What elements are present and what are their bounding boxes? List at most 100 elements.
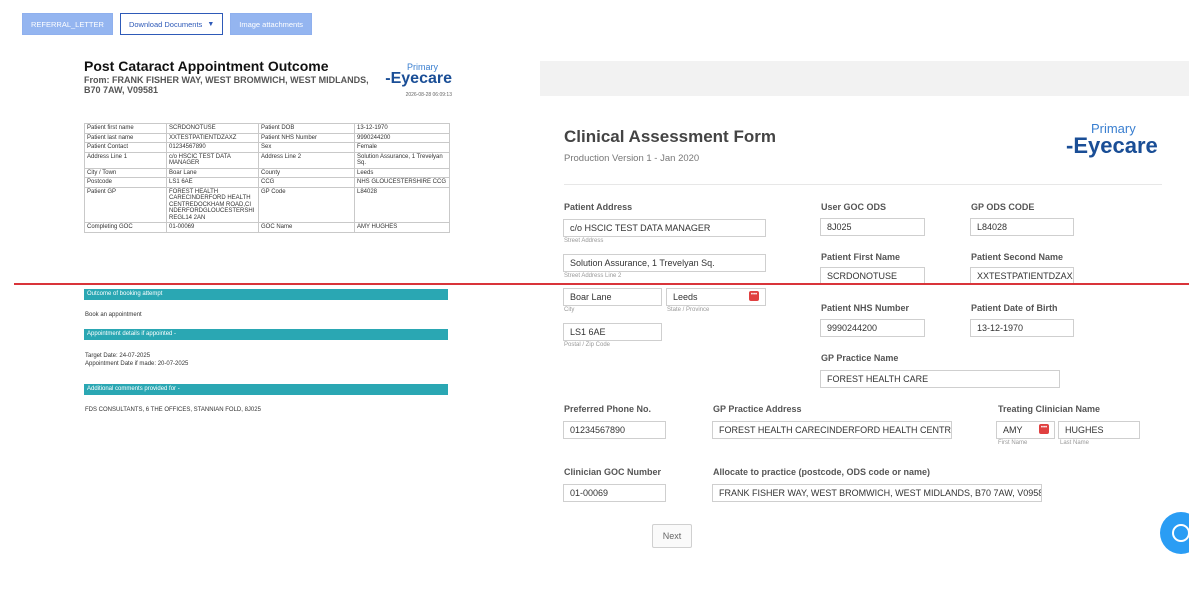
pdf-header: Post Cataract Appointment Outcome From: … (84, 58, 452, 98)
table-cell: 9990244200 (354, 132, 450, 143)
gp-practice-name-input[interactable]: FOREST HEALTH CARE (820, 370, 1060, 388)
clinician-goc-input[interactable]: 01-00069 (563, 484, 666, 502)
street-address-hint: Street Address (564, 238, 604, 244)
allocate-input[interactable]: FRANK FISHER WAY, WEST BROMWICH, WEST MI… (712, 484, 1042, 502)
table-cell: 01234567890 (166, 142, 259, 153)
download-documents-label: Download Documents (128, 19, 203, 29)
table-cell: 01-00069 (166, 222, 259, 233)
patient-second-name-label: Patient Second Name (971, 252, 1064, 262)
street-address-2-hint: Street Address Line 2 (564, 273, 622, 279)
appointment-date: Appointment Date if made: 20-07-2025 (85, 361, 189, 367)
gp-ods-code-label: GP ODS CODE (971, 202, 1035, 212)
gp-ods-code-input[interactable]: L84028 (970, 218, 1074, 236)
divider (564, 184, 1162, 185)
table-cell: Female (354, 142, 450, 153)
postal-code-hint: Postal / Zip Code (564, 342, 611, 348)
table-cell: Postcode (84, 177, 167, 188)
table-row: Patient first name SCRDONOTUSE Patient DOB… (84, 123, 450, 134)
patient-details-table: Patient first name SCRDONOTUSE Patient DOB… (84, 123, 450, 233)
table-cell: Patient first name (84, 123, 167, 134)
clinician-last-name-input[interactable]: HUGHES (1058, 421, 1140, 439)
user-goc-ods-input[interactable]: 8J025 (820, 218, 925, 236)
gp-address-input[interactable]: FOREST HEALTH CARECINDERFORD HEALTH CENT… (712, 421, 952, 439)
table-cell: Boar Lane (166, 167, 259, 178)
form-title: Clinical Assessment Form (564, 127, 776, 146)
table-cell: NHS GLOUCESTERSHIRE CCG (354, 177, 450, 188)
next-button[interactable]: Next (652, 524, 692, 548)
clinician-name-label: Treating Clinician Name (998, 404, 1101, 414)
table-cell: County (258, 167, 355, 178)
form-logo: Primary -Eyecare (1066, 121, 1158, 158)
red-divider-line (14, 283, 1189, 285)
table-row: Postcode LS1 6AE CCG NHS GLOUCESTERSHIRE CC… (84, 177, 450, 188)
street-address-input[interactable]: c/o HSCIC TEST DATA MANAGER (563, 219, 766, 237)
city-hint: City (564, 307, 575, 313)
table-row: Patient last name XXTESTPATIENTDZAXZ Patie… (84, 132, 450, 143)
outcome-text: Book an appointment (85, 312, 142, 318)
gp-practice-name-label: GP Practice Name (821, 353, 899, 363)
table-cell: GOC Name (258, 222, 355, 233)
phone-input[interactable]: 01234567890 (563, 421, 666, 439)
street-address-2-input[interactable]: Solution Assurance, 1 Trevelyan Sq. (563, 254, 766, 272)
form-header-bar (540, 61, 1189, 96)
section-appointment: Appointment details if appointed - (84, 329, 448, 340)
table-row: Patient GP FOREST HEALTH CARECINDERFORD H… (84, 186, 450, 223)
table-row: Address Line 1 c/o HSCIC TEST DATA MANAGE… (84, 151, 450, 169)
table-cell: Patient GP (84, 186, 167, 223)
city-input[interactable]: Boar Lane (563, 288, 662, 306)
table-cell: Patient DOB (258, 123, 355, 134)
chevron-down-icon: ▼ (207, 20, 215, 28)
table-cell: CCG (258, 177, 355, 188)
table-cell: AMY HUGHES (354, 222, 450, 233)
table-cell: Solution Assurance, 1 Trevelyan Sq. (354, 151, 450, 169)
postal-code-input[interactable]: LS1 6AE (563, 323, 662, 341)
pdf-timestamp: 2026-08-28 06:09:13 (405, 92, 452, 98)
autofill-icon[interactable]: ••• (1039, 424, 1049, 434)
target-date: Target Date: 24-07-2025 (85, 353, 151, 359)
phone-label: Preferred Phone No. (564, 404, 652, 414)
nhs-number-input[interactable]: 9990244200 (820, 319, 925, 337)
table-cell: c/o HSCIC TEST DATA MANAGER (166, 151, 259, 169)
chat-icon[interactable] (1160, 512, 1189, 554)
table-cell: Patient last name (84, 132, 167, 143)
form-logo-eyecare: -Eyecare (1066, 133, 1158, 158)
comments-text: FDS CONSULTANTS, 6 THE OFFICES, STANNIAN… (85, 407, 261, 413)
pdf-logo-eyecare: -Eyecare (385, 70, 452, 87)
clinician-goc-label: Clinician GOC Number (564, 467, 662, 477)
nhs-number-label: Patient NHS Number (821, 303, 910, 313)
referral-letter-button[interactable]: REFERRAL_LETTER (22, 13, 113, 35)
table-cell: Sex (258, 142, 355, 153)
table-row: City / Town Boar Lane County Leeds (84, 167, 450, 178)
gp-address-label: GP Practice Address (713, 404, 802, 414)
table-cell: FOREST HEALTH CARECINDERFORD HEALTH CENT… (166, 186, 259, 223)
pdf-from: From: FRANK FISHER WAY, WEST BROMWICH, W… (84, 75, 369, 95)
patient-first-name-label: Patient First Name (821, 252, 901, 262)
table-cell: Patient NHS Number (258, 132, 355, 143)
section-outcome: Outcome of booking attempt (84, 289, 448, 300)
download-documents-button[interactable]: Download Documents ▼ (119, 13, 224, 35)
user-goc-ods-label: User GOC ODS (821, 202, 887, 212)
allocate-label: Allocate to practice (postcode, ODS code… (713, 467, 931, 477)
table-cell: Patient Contact (84, 142, 167, 153)
section-comments: Additional comments provided for - (84, 384, 448, 395)
image-attachments-button[interactable]: Image attachments (230, 13, 313, 35)
table-cell: LS1 6AE (166, 177, 259, 188)
table-cell: Address Line 1 (84, 151, 167, 169)
patient-address-label: Patient Address (564, 202, 633, 212)
table-row: Patient Contact 01234567890 Sex Female (84, 142, 450, 153)
toolbar: REFERRAL_LETTER Download Documents ▼ Ima… (22, 13, 313, 35)
table-cell: Leeds (354, 167, 450, 178)
dob-input[interactable]: 13-12-1970 (970, 319, 1074, 337)
table-cell: 13-12-1970 (354, 123, 450, 134)
clinician-last-name-hint: Last Name (1060, 440, 1090, 446)
table-row: Completing GOC 01-00069 GOC Name AMY HUGHES (84, 222, 450, 233)
table-cell: GP Code (258, 186, 355, 223)
table-cell: Address Line 2 (258, 151, 355, 169)
dob-label: Patient Date of Birth (971, 303, 1058, 313)
table-cell: L84028 (354, 186, 450, 223)
form-subtitle: Production Version 1 - Jan 2020 (564, 153, 700, 164)
table-cell: Completing GOC (84, 222, 167, 233)
table-cell: City / Town (84, 167, 167, 178)
autofill-icon[interactable]: ••• (749, 291, 759, 301)
pdf-logo: Primary -Eyecare 2026-08-28 06:09:13 (385, 62, 452, 98)
